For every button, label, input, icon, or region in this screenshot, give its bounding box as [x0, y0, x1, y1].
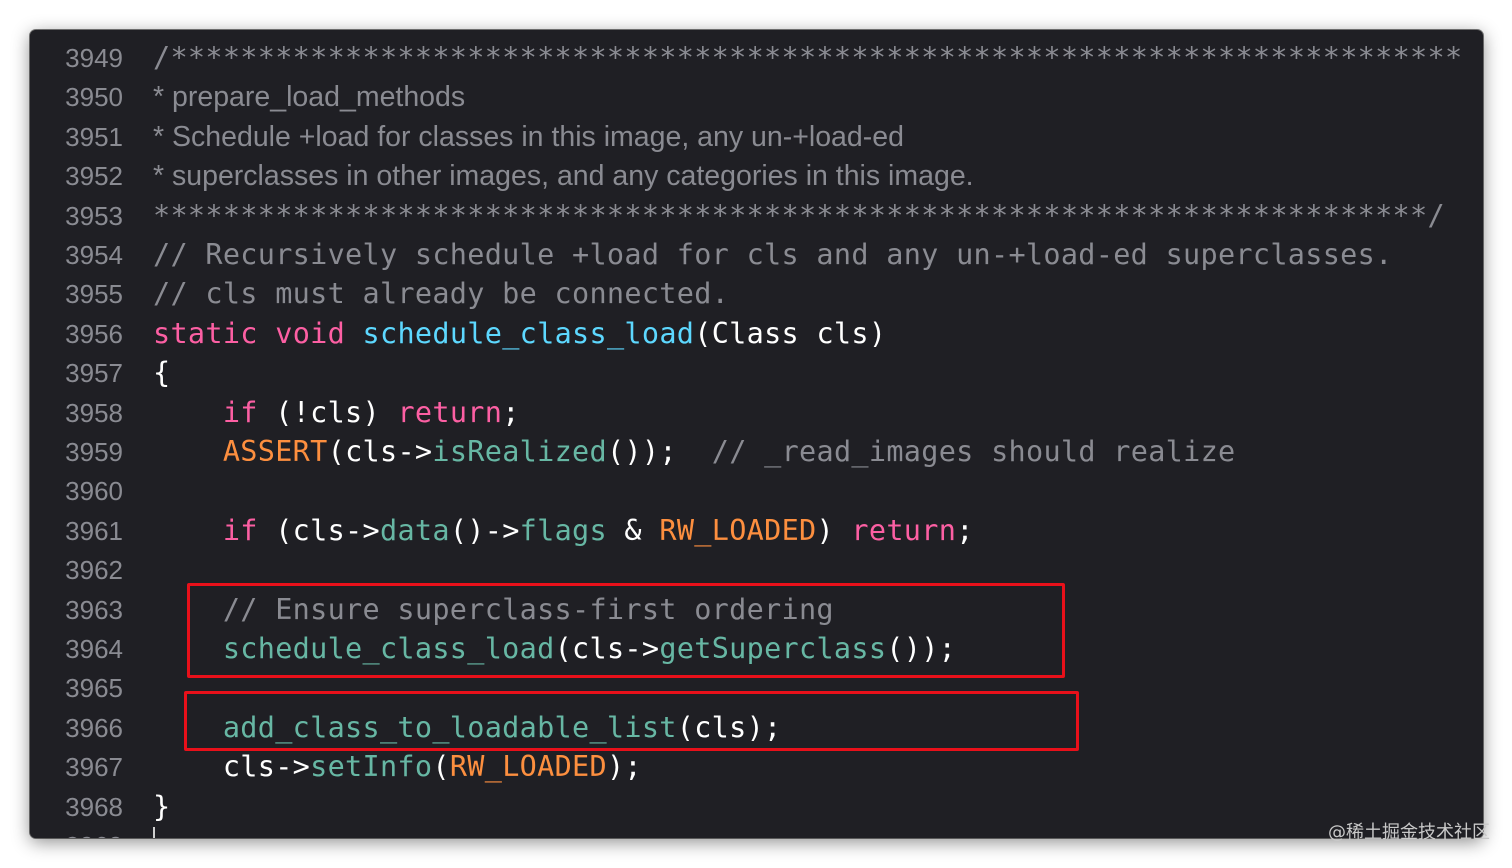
code-token: ****************************************… [153, 198, 1445, 232]
code-token: // _read_images should realize [711, 435, 1236, 468]
code-token: * Schedule +load for classes in this ima… [153, 120, 904, 153]
watermark: @稀土掘金技术社区 [1328, 822, 1490, 843]
code-line[interactable]: 3950 * prepare_load_methods [30, 77, 1483, 116]
code-token: isRealized [432, 435, 607, 468]
code-text: * Schedule +load for classes in this ima… [153, 120, 904, 154]
code-line[interactable]: 3967 cls->setInfo(RW_LOADED); [30, 747, 1483, 786]
line-number: 3950 [65, 82, 123, 113]
code-line[interactable]: 3960 [30, 471, 1483, 510]
code-text: ASSERT(cls->isRealized()); // _read_imag… [153, 435, 1236, 468]
line-number: 3962 [65, 555, 123, 586]
code-line[interactable]: 3968} [30, 787, 1483, 826]
code-line[interactable]: 3955 // cls must already be connected. [30, 274, 1483, 313]
code-token: & [606, 513, 660, 547]
line-number: 3952 [65, 161, 123, 192]
code-text: /***************************************… [153, 41, 1462, 74]
code-text: * prepare_load_methods [153, 80, 465, 114]
code-line[interactable]: 3952 * superclasses in other images, and … [30, 156, 1483, 195]
code-token: } [153, 789, 171, 823]
code-line[interactable]: 3959 ASSERT(cls->isRealized()); // _read… [30, 432, 1483, 471]
code-token: return [851, 513, 957, 547]
code-token: * superclasses in other images, and any … [153, 160, 974, 193]
code-token: ( [432, 750, 450, 784]
code-token: static [153, 316, 258, 350]
code-line[interactable]: 3953 ************************************… [30, 196, 1483, 235]
line-number: 3953 [65, 200, 123, 231]
code-editor[interactable]: 3949/***********************************… [30, 30, 1483, 838]
code-text: { [153, 356, 170, 389]
code-token: if [222, 395, 258, 429]
code-token: data [379, 513, 450, 547]
code-line[interactable]: 3961 if (cls->data()->flags & RW_LOADED)… [30, 511, 1483, 550]
code-line[interactable]: 3958 if (!cls) return; [30, 393, 1483, 432]
line-number: 3965 [65, 673, 123, 704]
code-token: ()-> [449, 513, 520, 547]
line-number: 3949 [65, 43, 123, 73]
line-number: 3960 [65, 476, 123, 507]
code-token: (Class cls) [694, 316, 887, 350]
code-token: /** [153, 41, 206, 74]
code-text: static void schedule_class_load(Class cl… [153, 317, 886, 350]
code-line[interactable]: 3957 { [30, 353, 1483, 392]
code-token: void [275, 316, 346, 350]
code-text: cls->setInfo(RW_LOADED); [153, 750, 642, 783]
code-token: ()); [606, 435, 712, 468]
line-number: 3969 [30, 831, 123, 838]
code-token: ); [606, 750, 642, 784]
code-line[interactable]: 3956 static void schedule_class_load(Clas… [30, 314, 1483, 353]
line-number: 3961 [65, 515, 123, 546]
code-token: setInfo [310, 750, 433, 784]
code-token: (cls-> [327, 435, 433, 468]
line-number: 3954 [65, 240, 123, 270]
code-line[interactable]: 3969 [30, 826, 1483, 838]
line-number: 3963 [65, 594, 123, 625]
code-token: ; [956, 513, 974, 547]
line-number: 3964 [65, 634, 123, 664]
code-token: cls-> [153, 750, 311, 784]
code-token: RW_LOADED [449, 750, 607, 784]
code-token: // Recursively schedule +load for cls an… [153, 238, 1393, 271]
highlight-box-loadable-list [184, 691, 1079, 751]
code-text: // Recursively schedule +load for cls an… [153, 238, 1393, 271]
line-number: 3959 [65, 437, 123, 467]
line-number: 3967 [65, 752, 123, 783]
code-token: schedule_class_load [362, 316, 695, 350]
text-cursor [153, 827, 155, 838]
line-number: 3955 [65, 279, 123, 310]
code-token: return [397, 395, 503, 429]
code-token: ASSERT [222, 435, 328, 468]
line-number: 3951 [65, 121, 123, 152]
line-number: 3957 [65, 358, 123, 389]
code-token: // cls must already be connected. [153, 277, 730, 311]
line-number: 3966 [65, 712, 123, 743]
code-token: RW_LOADED [659, 513, 817, 547]
code-text: if (cls->data()->flags & RW_LOADED) retu… [153, 514, 974, 547]
code-token: (!cls) [257, 395, 398, 429]
code-token: ; [502, 395, 520, 429]
code-token: if [222, 513, 258, 547]
line-number: 3968 [65, 791, 123, 822]
code-line[interactable]: 3951 * Schedule +load for classes in this… [30, 117, 1483, 156]
code-text: ****************************************… [153, 199, 1445, 232]
code-token: (cls-> [257, 513, 380, 547]
code-text: } [153, 790, 170, 823]
code-token: ) [816, 513, 852, 547]
line-number: 3958 [65, 397, 123, 428]
highlight-box-superclass [187, 583, 1065, 678]
line-number: 3956 [65, 318, 123, 349]
code-token: { [153, 356, 171, 390]
code-text: * superclasses in other images, and any … [153, 159, 974, 193]
code-token: * prepare_load_methods [153, 81, 466, 114]
code-token: ****************************************… [205, 41, 1463, 74]
code-line[interactable]: 3949 /***********************************… [30, 38, 1483, 77]
code-text: if (!cls) return; [153, 396, 520, 429]
code-line[interactable]: 3954 // Recursively schedule +load for cl… [30, 235, 1483, 274]
code-text: // cls must already be connected. [153, 277, 729, 310]
code-token: flags [519, 513, 607, 547]
